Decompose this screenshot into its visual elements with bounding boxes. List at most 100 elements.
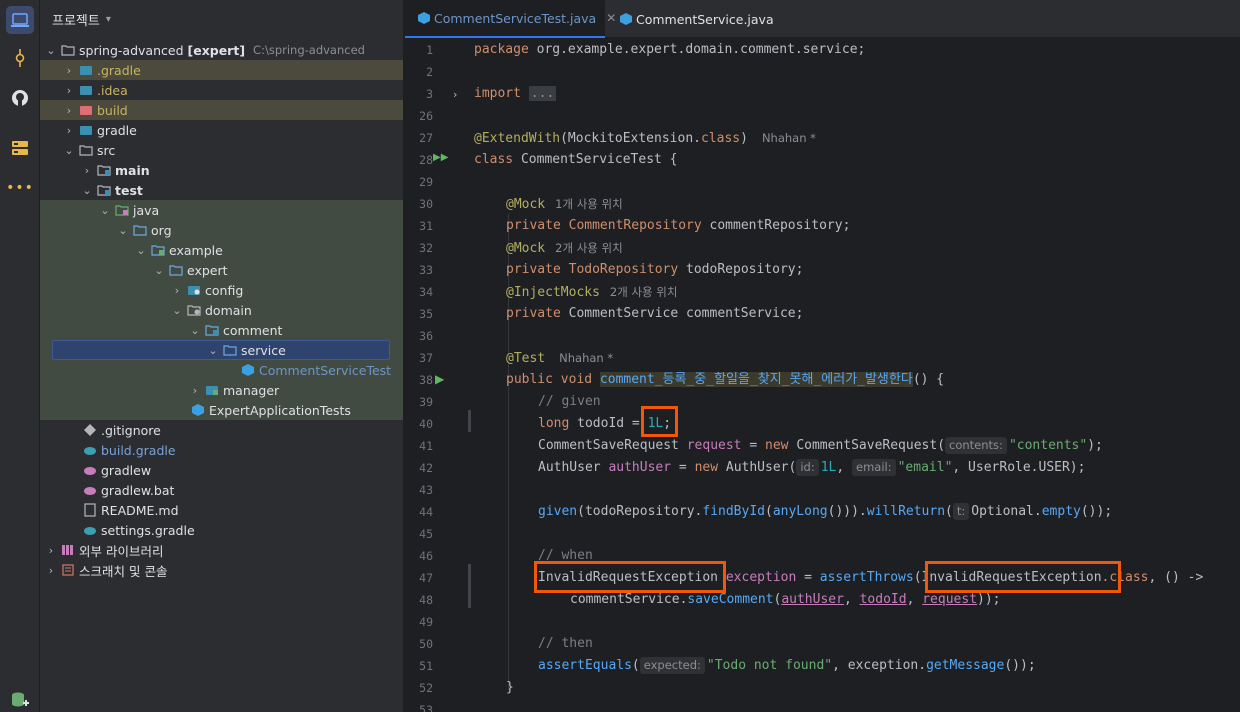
tree-item-label: manager — [223, 382, 280, 398]
tree-item-idea[interactable]: › .idea — [40, 80, 403, 100]
tree-item-label: .idea — [97, 82, 128, 98]
code-line-1: package org.example.expert.domain.commen… — [474, 42, 866, 57]
library-icon — [60, 543, 76, 557]
package-folder-icon — [222, 343, 238, 357]
chevron-down-icon[interactable]: ▾ — [106, 14, 111, 25]
tree-item-readme[interactable]: README.md — [40, 500, 403, 520]
chevron-down-icon[interactable]: ⌄ — [170, 303, 184, 317]
tree-item-build[interactable]: › build — [40, 100, 403, 120]
more-icon[interactable]: ••• — [6, 174, 34, 202]
chevron-right-icon[interactable]: › — [44, 563, 58, 577]
chevron-right-icon[interactable]: › — [62, 123, 76, 137]
project-tool-icon[interactable] — [6, 6, 34, 34]
tree-item-example[interactable]: ⌄ example — [40, 240, 403, 260]
code-area[interactable]: package org.example.expert.domain.commen… — [474, 38, 1240, 712]
chevron-down-icon[interactable]: ⌄ — [80, 183, 94, 197]
chevron-right-icon[interactable]: › — [62, 103, 76, 117]
chevron-right-icon[interactable]: › — [80, 163, 94, 177]
tab-commentservice[interactable]: CommentService.java — [607, 0, 777, 38]
usage-hint[interactable]: 1개 사용 위치 — [555, 197, 623, 211]
tree-item-commentservicetest[interactable]: CommentServiceTest — [40, 360, 403, 380]
code-line-50: // then — [538, 636, 593, 651]
line-number: 47 — [419, 571, 433, 585]
test-class-icon — [417, 11, 431, 25]
tree-item-expert[interactable]: ⌄ expert — [40, 260, 403, 280]
line-number: 33 — [419, 263, 433, 277]
chevron-down-icon[interactable]: ⌄ — [44, 43, 58, 57]
tree-item-label: build — [97, 102, 128, 118]
tree-item-expertapplicationtests[interactable]: ExpertApplicationTests — [40, 400, 403, 420]
folder-icon — [78, 143, 94, 157]
database-add-icon[interactable] — [6, 686, 34, 712]
chevron-right-icon[interactable]: › — [62, 83, 76, 97]
tree-item-gradlew-bat[interactable]: gradlew.bat — [40, 480, 403, 500]
project-panel-header[interactable]: 프로젝트 ▾ — [40, 0, 403, 38]
chevron-right-icon[interactable]: › — [188, 383, 202, 397]
tree-item-label: main — [115, 162, 150, 178]
chevron-down-icon[interactable]: ⌄ — [152, 263, 166, 277]
tree-item-comment[interactable]: ⌄ comment — [40, 320, 403, 340]
tree-item-gitignore[interactable]: .gitignore — [40, 420, 403, 440]
module-path: C:\spring-advanced — [253, 43, 365, 57]
github-icon[interactable] — [6, 84, 34, 112]
commit-icon[interactable] — [6, 44, 34, 72]
tree-item-config[interactable]: › config — [40, 280, 403, 300]
tree-item-build-gradle[interactable]: build.gradle — [40, 440, 403, 460]
tree-item-label: config — [205, 282, 244, 298]
chevron-down-icon[interactable]: ⌄ — [134, 243, 148, 257]
line-number: 53 — [419, 703, 433, 712]
project-tree: ⌄ spring-advanced [expert] C:\spring-adv… — [40, 40, 403, 580]
tree-item-domain[interactable]: ⌄ domain — [40, 300, 403, 320]
line-number: 34 — [419, 285, 433, 299]
code-editor[interactable]: 1 2 3 26 27 28 29 30 31 32 33 34 35 36 37 38 39 40 41 42 43 4… — [405, 38, 1240, 712]
tree-item-label: gradlew.bat — [101, 482, 175, 498]
fold-icon[interactable]: › — [453, 88, 457, 101]
usage-hint[interactable]: 2개 사용 위치 — [610, 285, 678, 299]
change-marker — [468, 410, 471, 432]
tree-item-src[interactable]: ⌄ src — [40, 140, 403, 160]
chevron-down-icon[interactable]: ⌄ — [188, 323, 202, 337]
editor-tab-bar: CommentServiceTest.java ✕ CommentService… — [405, 0, 1240, 38]
package-folder-icon — [168, 263, 184, 277]
chevron-down-icon[interactable]: ⌄ — [116, 223, 130, 237]
tree-item-label: gradlew — [101, 462, 152, 478]
tab-commentservicetest[interactable]: CommentServiceTest.java ✕ — [405, 0, 616, 38]
structure-icon[interactable] — [6, 134, 34, 162]
tree-item-scratches[interactable]: › 스크래치 및 콘솔 — [40, 560, 403, 580]
highlight-box-todoid — [641, 406, 678, 437]
highlight-box-exception-type — [534, 561, 726, 593]
chevron-right-icon[interactable]: › — [62, 63, 76, 77]
tree-item-gradle-cache[interactable]: › .gradle — [40, 60, 403, 80]
tree-item-test[interactable]: ⌄ test — [40, 180, 403, 200]
java-class-icon — [619, 12, 633, 26]
tree-item-external-libraries[interactable]: › 외부 라이브러리 — [40, 540, 403, 560]
folded-imports[interactable]: ... — [528, 86, 557, 101]
tree-item-service[interactable]: ⌄ service — [40, 340, 403, 360]
line-number: 49 — [419, 615, 433, 629]
param-hint: id: — [796, 459, 819, 476]
chevron-down-icon[interactable]: ⌄ — [206, 343, 220, 357]
tree-item-settings-gradle[interactable]: settings.gradle — [40, 520, 403, 540]
line-number: 31 — [419, 219, 433, 233]
chevron-down-icon[interactable]: ⌄ — [98, 203, 112, 217]
tree-item-manager[interactable]: › manager — [40, 380, 403, 400]
run-test-icon[interactable]: ▶ — [435, 372, 444, 386]
chevron-right-icon[interactable]: › — [170, 283, 184, 297]
package-folder-icon — [204, 383, 220, 397]
selection-highlight — [52, 340, 390, 360]
run-all-tests-icon[interactable]: ▶▶ — [433, 152, 448, 163]
tree-item-spring-advanced[interactable]: ⌄ spring-advanced [expert] C:\spring-adv… — [40, 40, 403, 60]
code-line-37: @Test Nhahan * — [506, 351, 614, 366]
tree-item-gradlew[interactable]: gradlew — [40, 460, 403, 480]
tree-item-main[interactable]: › main — [40, 160, 403, 180]
tree-item-gradle[interactable]: › gradle — [40, 120, 403, 140]
tree-item-java[interactable]: ⌄ java — [40, 200, 403, 220]
chevron-right-icon[interactable]: › — [44, 543, 58, 557]
tree-item-org[interactable]: ⌄ org — [40, 220, 403, 240]
line-number: 37 — [419, 351, 433, 365]
chevron-down-icon[interactable]: ⌄ — [62, 143, 76, 157]
line-number: 52 — [419, 681, 433, 695]
usage-hint[interactable]: 2개 사용 위치 — [555, 241, 623, 255]
line-number: 32 — [419, 241, 433, 255]
tree-item-label: build.gradle — [101, 442, 176, 458]
